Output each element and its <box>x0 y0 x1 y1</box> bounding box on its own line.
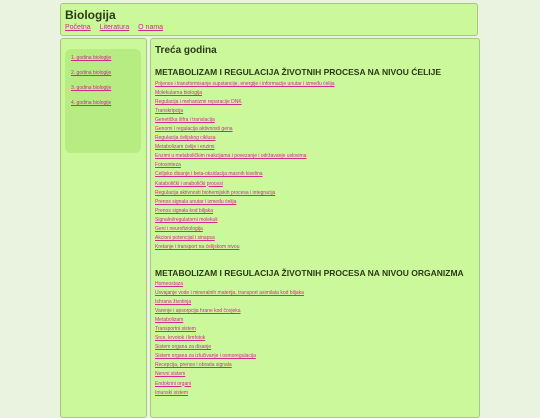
topic-link[interactable]: Prijenos i transformisanje supstancije, … <box>155 81 475 90</box>
topic-link[interactable]: Regulacija aktivnosti biohemijskih proce… <box>155 190 475 199</box>
topic-link[interactable]: Nervni sistem <box>155 371 475 380</box>
nav-link-pocetna[interactable]: Početna <box>65 24 91 31</box>
page-title: Treća godina <box>155 45 217 56</box>
topic-link[interactable]: Fotosinteza <box>155 162 475 171</box>
topic-link[interactable]: Prenos signala unutar i između ćelija <box>155 199 475 208</box>
topic-link[interactable]: Homeostaza <box>155 281 475 290</box>
topic-link[interactable]: Signalni/regulatorni molekuli <box>155 217 475 226</box>
topic-link[interactable]: Ćelijsko disanje i beta-oksidacija masni… <box>155 171 475 180</box>
topic-link[interactable]: Regulacija i mehanizmi reparacije DNK <box>155 99 475 108</box>
sidebar-item-year-3[interactable]: 3. godina biologije <box>71 85 141 100</box>
site-title: Biologija <box>65 8 116 22</box>
topic-link[interactable]: Metabolizam ćelije i enzimi <box>155 144 475 153</box>
topic-link[interactable]: Regulacija ćelijskog ciklusa <box>155 135 475 144</box>
sidebar-menu: 1. godina biologije 2. godina biologije … <box>65 49 141 153</box>
topic-link[interactable]: Genetička šifra i translacija <box>155 117 475 126</box>
topic-link[interactable]: Genomi i regulacija aktivnosti gena <box>155 126 475 135</box>
topic-link[interactable]: Sistem organa za izlučivanje i osmoregul… <box>155 353 475 362</box>
topic-link[interactable]: Usvajanje vode i mineralnih materija, tr… <box>155 290 475 299</box>
topic-list-organism: Homeostaza Usvajanje vode i mineralnih m… <box>155 281 475 399</box>
main-content: Treća godina METABOLIZAM I REGULACIJA ŽI… <box>150 38 480 418</box>
topic-link[interactable]: Prenos signala kod biljaka <box>155 208 475 217</box>
sidebar-item-year-4[interactable]: 4. godina biologije <box>71 100 141 115</box>
topic-link[interactable]: Transkripcija <box>155 108 475 117</box>
topic-link[interactable]: Katabolički i anabolički procesi <box>155 181 475 190</box>
topic-link[interactable]: Kretanje i transport na ćelijskom nivou <box>155 244 475 253</box>
topic-link[interactable]: Endokrini organi <box>155 381 475 390</box>
sidebar: 1. godina biologije 2. godina biologije … <box>60 38 147 418</box>
topic-list-cell: Prijenos i transformisanje supstancije, … <box>155 81 475 253</box>
topic-link[interactable]: Recepcija, prenos i obrada signala <box>155 362 475 371</box>
site-header: Biologija Početna Literatura O nama <box>60 3 478 36</box>
section-heading-organism: METABOLIZAM I REGULACIJA ŽIVOTNIH PROCES… <box>155 268 464 278</box>
sidebar-item-year-2[interactable]: 2. godina biologije <box>71 70 141 85</box>
top-nav: Početna Literatura O nama <box>65 23 170 32</box>
nav-link-o-nama[interactable]: O nama <box>138 24 163 31</box>
topic-link[interactable]: Srce, krvotok i limfotok <box>155 335 475 344</box>
topic-link[interactable]: Ishrana životinja <box>155 299 475 308</box>
topic-link[interactable]: Geni i neurofiziologija <box>155 226 475 235</box>
topic-link[interactable]: Varenje i apsorpcija hrane kod čovjeka <box>155 308 475 317</box>
sidebar-item-year-1[interactable]: 1. godina biologije <box>71 55 141 70</box>
topic-link[interactable]: Enzimi u metaboličkim reakcijama i povez… <box>155 153 475 162</box>
topic-link[interactable]: Imunski sistem <box>155 390 475 399</box>
topic-link[interactable]: Akcioni potencijal i sinapsa <box>155 235 475 244</box>
topic-link[interactable]: Molekularna biologija <box>155 90 475 99</box>
topic-link[interactable]: Sistem organa za disanje <box>155 344 475 353</box>
nav-link-literatura[interactable]: Literatura <box>100 24 130 31</box>
section-heading-cell: METABOLIZAM I REGULACIJA ŽIVOTNIH PROCES… <box>155 67 442 77</box>
topic-link[interactable]: Transportni sistem <box>155 326 475 335</box>
topic-link[interactable]: Metabolizam <box>155 317 475 326</box>
